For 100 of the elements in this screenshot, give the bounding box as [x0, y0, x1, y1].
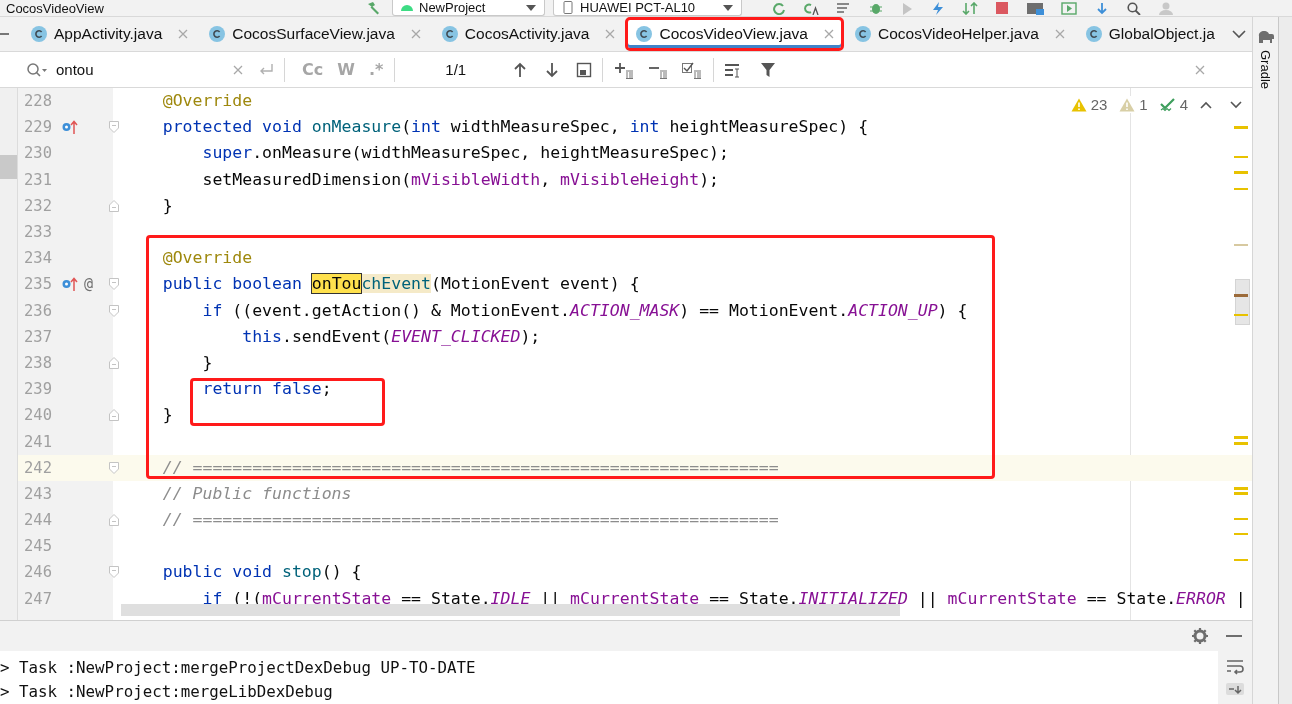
console-line: > Task :NewProject:mergeProjectDexDebug UP-TO-DATE: [0, 656, 477, 679]
file-tab[interactable]: CocosActivity.java: [430, 17, 626, 51]
fold-marker-icon[interactable]: [108, 278, 119, 291]
typo-count[interactable]: 4: [1179, 96, 1188, 113]
file-tab[interactable]: CocosSurfaceView.java: [198, 17, 431, 51]
code-line: }: [161, 195, 173, 216]
line-number: 243: [23, 484, 53, 503]
fold-marker-icon[interactable]: [108, 461, 119, 474]
fold-marker-icon[interactable]: [108, 199, 119, 212]
code-line: @Override: [161, 91, 253, 112]
weak-warning-count[interactable]: 1: [1139, 96, 1148, 113]
lightning-icon[interactable]: [931, 1, 945, 15]
line-number: 230: [23, 144, 53, 163]
close-icon[interactable]: [177, 28, 190, 40]
close-icon[interactable]: [604, 28, 617, 40]
console-line: > Task :NewProject:mergeLibDexDebug: [0, 680, 334, 703]
soft-wrap-icon[interactable]: [1226, 659, 1244, 675]
fold-marker-icon[interactable]: [108, 409, 119, 422]
file-tab[interactable]: CocosVideoHelper.java: [843, 17, 1075, 51]
close-icon[interactable]: [822, 28, 835, 40]
close-icon[interactable]: [1053, 28, 1066, 40]
play-window-icon[interactable]: [1061, 1, 1077, 15]
fold-marker-icon[interactable]: [108, 121, 119, 134]
line-number: 239: [23, 380, 53, 399]
line-number: 238: [23, 353, 53, 372]
plus-bars-icon[interactable]: [613, 60, 636, 79]
close-icon[interactable]: [1194, 63, 1206, 76]
window-icon[interactable]: [576, 61, 593, 78]
elephant-icon[interactable]: [1256, 31, 1275, 44]
line-number: 232: [23, 196, 53, 215]
settings-icon[interactable]: [1192, 628, 1208, 644]
android-icon: [401, 4, 413, 11]
clear-icon[interactable]: [232, 63, 244, 76]
scroll-end-icon[interactable]: [1226, 683, 1244, 695]
caret-icon: [723, 4, 733, 11]
minimize-icon[interactable]: [1226, 634, 1242, 638]
line-number: 242: [23, 458, 53, 477]
search-icon[interactable]: [26, 61, 48, 78]
enter-icon[interactable]: [258, 62, 274, 77]
fold-marker-icon[interactable]: [108, 514, 119, 527]
fold-marker-icon[interactable]: [108, 304, 119, 317]
user-icon[interactable]: [1158, 1, 1174, 15]
line-number: 231: [23, 170, 53, 189]
filter-icon[interactable]: [760, 61, 777, 78]
search-icon[interactable]: [1127, 1, 1141, 15]
caret-icon: [526, 4, 536, 11]
arrow-down-icon[interactable]: [1094, 1, 1110, 15]
chevron-up-icon[interactable]: [1200, 100, 1212, 109]
code-line: @Override: [161, 248, 253, 269]
close-icon[interactable]: [409, 28, 422, 40]
swap-icon[interactable]: [962, 1, 978, 15]
code-line: // ===========================================================: [161, 457, 779, 478]
run-config-dropdown[interactable]: NewProject: [392, 0, 545, 16]
code-line: setMeasuredDimension(mVisibleWidth, mVisibleHeight);: [201, 169, 720, 190]
fold-marker-icon[interactable]: [108, 566, 119, 579]
refresh-icon[interactable]: [772, 1, 786, 15]
search-field[interactable]: ontou: [56, 61, 228, 78]
line-number: 234: [23, 249, 53, 268]
chevron-down-icon[interactable]: [1230, 100, 1242, 109]
line-number: 241: [23, 432, 53, 451]
class-icon: [31, 26, 47, 42]
window-title: CocosVideoView: [5, 0, 105, 16]
match-count: 1/1: [445, 61, 467, 78]
line-number: 228: [23, 92, 53, 111]
bug-icon[interactable]: [869, 1, 883, 15]
warning-count[interactable]: 23: [1090, 96, 1108, 113]
code-line: this.sendEvent(EVENT_CLICKED);: [241, 326, 541, 347]
file-tab[interactable]: GlobalObject.ja: [1074, 17, 1224, 51]
fold-marker-icon[interactable]: [108, 356, 119, 369]
hammer-icon[interactable]: [366, 1, 380, 15]
tool-window-tab[interactable]: Gradle: [1258, 50, 1273, 90]
device-dropdown[interactable]: HUAWEI PCT-AL10: [553, 0, 742, 16]
line-number: 233: [23, 223, 53, 242]
arrow-down-icon[interactable]: [544, 61, 561, 78]
code-line: super.onMeasure(widthMeasureSpec, heightMeasureSpec);: [201, 143, 729, 164]
circle-up-arrow-icon[interactable]: [62, 277, 78, 292]
list-icon[interactable]: [836, 2, 852, 14]
line-number: 244: [23, 511, 53, 530]
checkbox-bars-icon[interactable]: [681, 60, 704, 79]
line-number: 240: [23, 406, 53, 425]
code-line: public boolean onTouchEvent(MotionEvent event) {: [161, 274, 640, 295]
scrollbar-thumb[interactable]: [0, 155, 17, 179]
class-icon: [854, 26, 871, 42]
code-line: // ===========================================================: [161, 510, 779, 531]
gutter-mark[interactable]: @: [84, 275, 94, 294]
code-line: protected void onMeasure(int widthMeasureSpec, int heightMeasureSpec) {: [161, 117, 869, 138]
circle-up-arrow-icon[interactable]: [62, 120, 78, 135]
letter-c-a-icon[interactable]: [803, 1, 819, 15]
code-line: return false;: [201, 379, 332, 400]
file-tab[interactable]: AppActivity.java: [20, 17, 199, 51]
line-number: 237: [23, 327, 53, 346]
chevron-down-icon[interactable]: [1232, 29, 1246, 39]
file-tab[interactable]: CocosVideoView.java: [625, 17, 844, 51]
scrollbar-thumb[interactable]: [121, 604, 900, 616]
code-line: public void stop() {: [161, 562, 362, 583]
window-icon[interactable]: [1026, 1, 1044, 15]
code-line: if ((event.getAction() & MotionEvent.ACTION_MASK) == MotionEvent.ACTION_UP) {: [201, 300, 968, 321]
class-icon: [209, 26, 226, 42]
stop-icon[interactable]: [995, 2, 1009, 14]
play-icon[interactable]: [900, 1, 914, 15]
